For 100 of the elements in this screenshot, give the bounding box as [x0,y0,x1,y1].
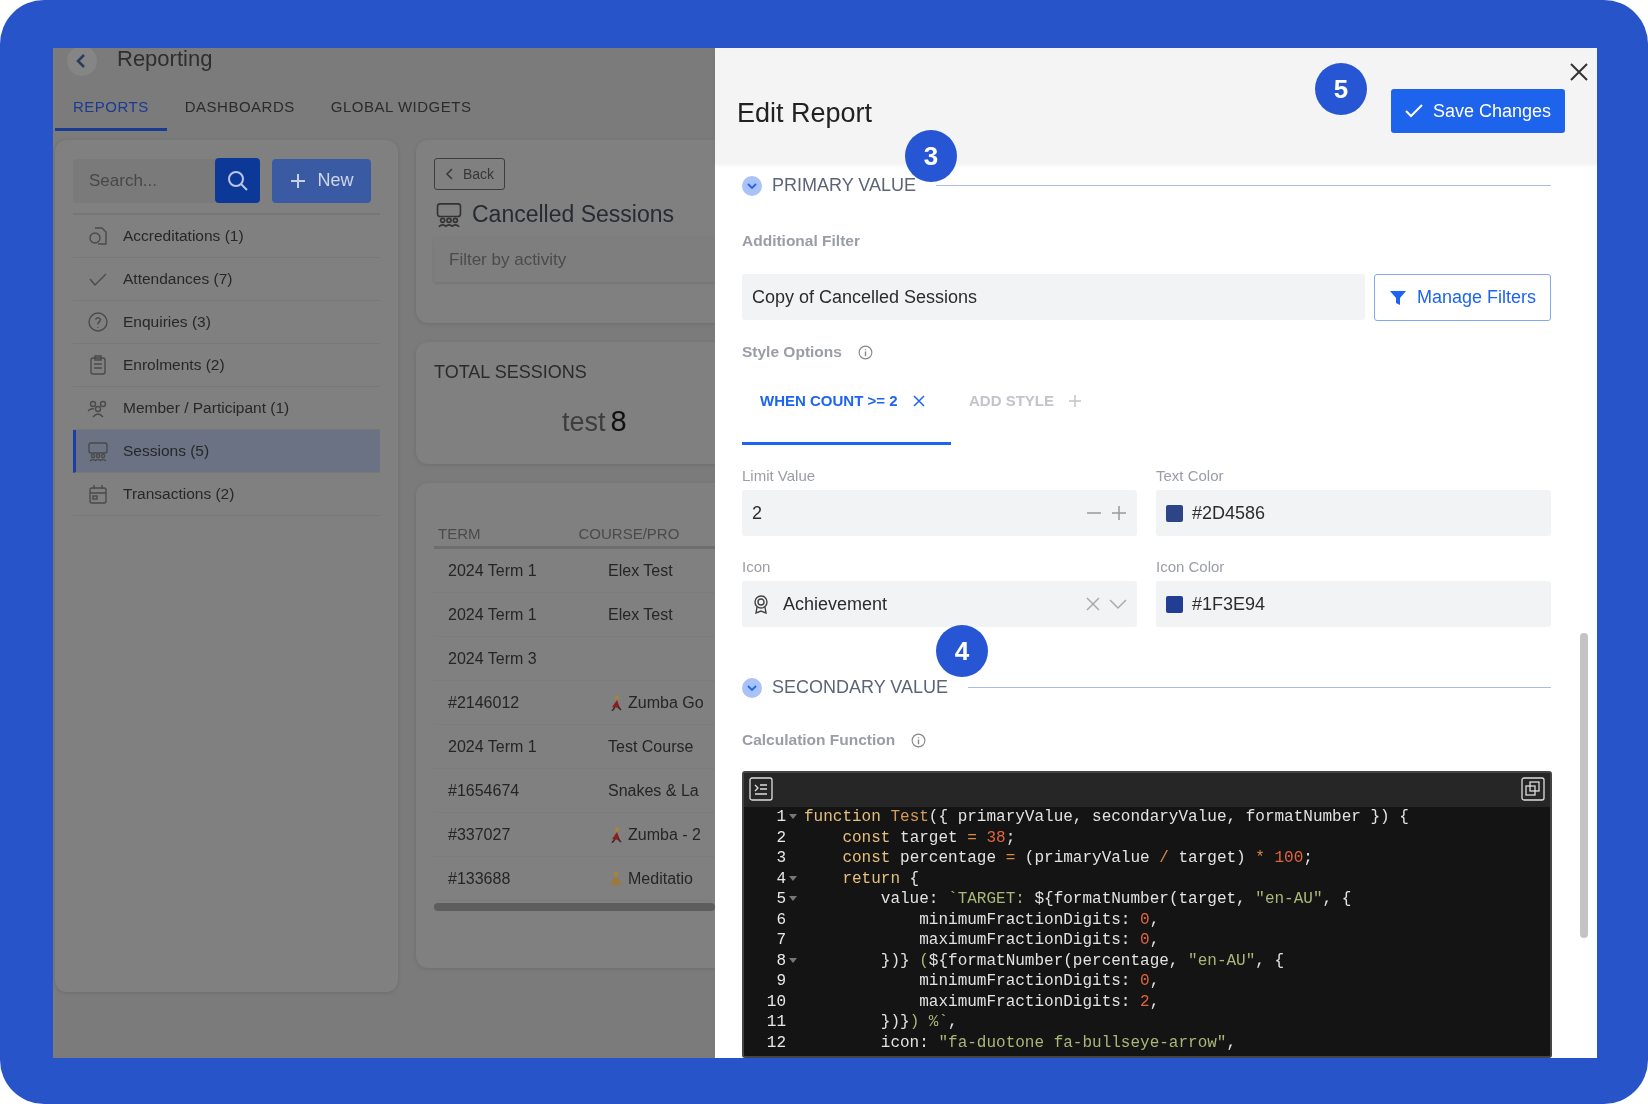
tab[interactable]: DASHBOARDS [166,86,313,131]
calendar-icon [87,483,109,505]
question-icon [87,311,109,333]
fold-icon[interactable] [789,814,797,821]
line-number: 10 [765,992,786,1011]
table-cell-text: 2024 Term 1 [447,605,538,624]
field-label: Calculation Function [742,731,896,749]
search-icon [226,169,249,192]
clipboard-icon [87,354,109,376]
new-button[interactable]: New [272,158,371,203]
code-line: })}) %`, [879,1013,958,1032]
plus-icon [289,171,308,190]
horizontal-scrollbar[interactable] [434,903,715,911]
table-cell-text: #1654674 [447,781,521,800]
info-icon[interactable] [857,344,873,360]
meditation-icon [608,870,624,887]
code-line: maximumFractionDigits: 2, [918,992,1160,1011]
code-line: function Test({ primaryValue, secondaryValue, formatNumber }) { [803,808,1409,827]
table-cell-text: Elex Test [607,605,673,624]
field-label: Icon Color [1156,558,1226,575]
dancer-icon [608,826,624,843]
line-number: 3 [775,849,786,868]
filter-icon [1388,288,1407,307]
search-button[interactable] [215,158,260,203]
line-number: 12 [765,1033,786,1052]
drawer-title: Edit Report [737,98,873,129]
sidebar-item[interactable]: Enrolments (2) [73,344,380,387]
table-cell: Meditatio [604,869,693,888]
fold-icon[interactable] [789,896,797,903]
field-label: Additional Filter [742,232,861,250]
save-button[interactable]: Save Changes [1390,89,1565,133]
line-number: 2 [775,828,786,847]
line-number: 7 [775,931,786,950]
field-label: Limit Value [742,467,817,484]
table-cell-text: 2024 Term 1 [447,561,538,580]
close-icon[interactable] [1569,62,1589,82]
sidebar-item[interactable]: Enquiries (3) [73,301,380,344]
table-cell-text: #133688 [447,869,512,888]
code-line: minimumFractionDigits: 0, [918,972,1160,991]
code-line: icon: "fa-duotone fa-bullseye-arrow", [879,1033,1237,1052]
check-icon [1404,104,1423,118]
code-line: })} (${formatNumber(percentage, "en-AU", { [879,951,1285,970]
table-cell-text: 2024 Term 1 [447,737,538,756]
table-cell-text: Test Course [607,737,694,756]
dancer-icon [608,694,624,711]
table-cell: Zumba Go [604,693,704,712]
table-cell-text: Snakes & La [607,781,699,800]
sidebar-item[interactable]: Sessions (5) [73,430,380,473]
summary-prefix: test [562,407,606,438]
summary-value: 8 [610,405,627,438]
field-label: Style Options [742,343,842,361]
table-cell-text: #2146012 [447,693,521,712]
code-line: maximumFractionDigits: 0, [918,931,1160,950]
chevron-left-icon [445,167,455,181]
line-number: 8 [775,951,786,970]
code-line: return { [841,869,920,888]
code-line: value: `TARGET: ${formatNumber(target, "en-AU", { [879,890,1352,909]
line-number: 9 [775,972,786,991]
line-number: 1 [775,808,786,827]
group-icon [434,200,464,228]
fold-icon[interactable] [789,875,797,882]
copy-icon[interactable] [1521,777,1545,801]
chevron-icon[interactable] [742,677,762,698]
sidebar-item[interactable]: Transactions (2) [73,473,380,516]
info-icon[interactable] [911,732,927,748]
group-icon [87,440,109,462]
filter-field[interactable]: Copy of Cancelled Sessions [742,274,1365,320]
manage-filters-button[interactable]: Manage Filters [1373,274,1551,321]
code-editor[interactable] [742,771,1552,1058]
tab[interactable]: REPORTS [55,86,167,131]
back-icon[interactable] [67,48,97,76]
code-line: const percentage = (primaryValue / target) * 100; [841,849,1313,868]
style-tab[interactable]: WHEN COUNT >= 2 [742,359,951,445]
section-heading: SECONDARY VALUE [772,677,949,698]
color-field[interactable]: #2D4586 [1156,490,1551,536]
summary-title: TOTAL SESSIONS [434,362,588,383]
field-label: Icon [742,558,772,575]
line-number: 11 [765,1013,786,1032]
field-label: Text Color [1156,467,1225,484]
close-icon[interactable] [911,393,926,408]
back-button[interactable]: Back [434,158,506,190]
table-cell-text: #337027 [447,825,512,844]
indent-icon[interactable] [749,777,773,801]
code-line: const target = 38; [841,828,1016,847]
line-number: 4 [775,869,786,888]
report-title: Cancelled Sessions [472,200,674,228]
table-cell-text: 2024 Term 3 [447,649,538,668]
chevron-icon[interactable] [742,175,762,196]
line-number: 5 [775,890,786,909]
table-cell: Zumba - 2 [604,825,701,844]
tab[interactable]: GLOBAL WIDGETS [312,86,490,131]
line-number: 6 [775,910,786,929]
sidebar-item[interactable]: Attendances (7) [73,258,380,301]
fold-icon[interactable] [789,957,797,964]
code-line: minimumFractionDigits: 0, [918,910,1160,929]
page-title: Reporting [117,48,213,70]
color-field[interactable]: #1F3E94 [1156,581,1551,627]
sidebar-item[interactable]: Accreditations (1) [73,215,380,258]
table-cell-text: Elex Test [607,561,673,580]
plus-icon [1068,393,1082,408]
